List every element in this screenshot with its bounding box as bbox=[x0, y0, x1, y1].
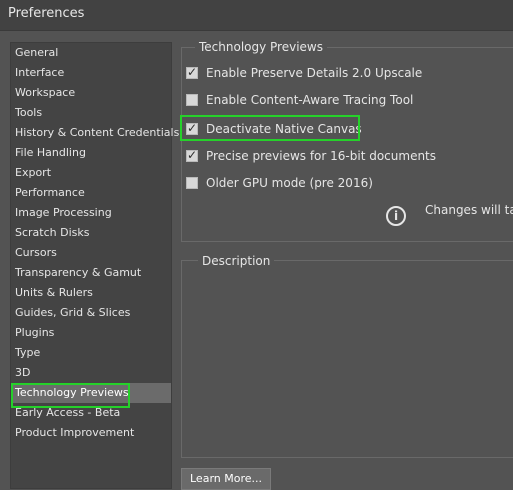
preferences-sidebar: General Interface Workspace Tools History & … bbox=[10, 42, 179, 489]
sidebar-item-image-processing[interactable]: Image Processing bbox=[11, 203, 171, 223]
sidebar-item-type[interactable]: Type bbox=[11, 343, 171, 363]
sidebar-item-3d[interactable]: 3D bbox=[11, 363, 171, 383]
sidebar-item-tools[interactable]: Tools bbox=[11, 103, 171, 123]
sidebar-item-scratch-disks[interactable]: Scratch Disks bbox=[11, 223, 171, 243]
description-box bbox=[181, 260, 513, 458]
sidebar-item-workspace[interactable]: Workspace bbox=[11, 83, 171, 103]
sidebar-item-guides-grid-slices[interactable]: Guides, Grid & Slices bbox=[11, 303, 171, 323]
checkbox[interactable] bbox=[186, 65, 198, 79]
option-row[interactable]: Precise previews for 16-bit documents bbox=[186, 147, 436, 165]
sidebar-item-general[interactable]: General bbox=[11, 43, 171, 63]
checkbox[interactable] bbox=[186, 94, 198, 106]
preferences-window: Preferences General Interface Workspace Too… bbox=[0, 0, 513, 490]
sidebar-item-performance[interactable]: Performance bbox=[11, 183, 171, 203]
option-label: Precise previews for 16-bit documents bbox=[206, 149, 437, 163]
option-label: Deactivate Native Canvas bbox=[206, 122, 362, 136]
sidebar-item-product-improvement[interactable]: Product Improvement bbox=[11, 423, 171, 443]
info-icon: i bbox=[386, 206, 406, 226]
info-text: Changes will tak bbox=[425, 203, 513, 217]
sidebar-item-technology-previews[interactable]: Technology Previews bbox=[11, 383, 171, 403]
window-title: Preferences bbox=[8, 6, 85, 21]
sidebar-item-plugins[interactable]: Plugins bbox=[11, 323, 171, 343]
sidebar-item-file-handling[interactable]: File Handling bbox=[11, 143, 171, 163]
checkbox[interactable] bbox=[186, 177, 198, 189]
sidebar-item-history-content-credentials[interactable]: History & Content Credentials bbox=[11, 123, 179, 143]
sidebar-item-transparency-gamut[interactable]: Transparency & Gamut bbox=[11, 263, 171, 283]
option-label: Enable Content-Aware Tracing Tool bbox=[206, 93, 414, 107]
sidebar-item-cursors[interactable]: Cursors bbox=[11, 243, 171, 263]
option-label: Older GPU mode (pre 2016) bbox=[206, 176, 373, 190]
option-label: Enable Preserve Details 2.0 Upscale bbox=[206, 66, 423, 80]
description-title: Description bbox=[198, 254, 275, 268]
sidebar-item-early-access-beta[interactable]: Early Access - Beta bbox=[11, 403, 171, 423]
option-row[interactable]: Enable Content-Aware Tracing Tool bbox=[186, 91, 413, 109]
title-bar: Preferences bbox=[0, 0, 513, 31]
learn-more-button[interactable]: Learn More... bbox=[181, 468, 271, 490]
option-row[interactable]: Deactivate Native Canvas bbox=[186, 120, 362, 138]
technology-previews-title: Technology Previews bbox=[195, 40, 327, 54]
sidebar-item-export[interactable]: Export bbox=[11, 163, 171, 183]
checkbox[interactable] bbox=[186, 121, 198, 135]
sidebar-item-interface[interactable]: Interface bbox=[11, 63, 171, 83]
checkbox[interactable] bbox=[186, 148, 198, 162]
option-row[interactable]: Enable Preserve Details 2.0 Upscale bbox=[186, 64, 422, 82]
option-row[interactable]: Older GPU mode (pre 2016) bbox=[186, 174, 373, 192]
sidebar-item-units-rulers[interactable]: Units & Rulers bbox=[11, 283, 171, 303]
